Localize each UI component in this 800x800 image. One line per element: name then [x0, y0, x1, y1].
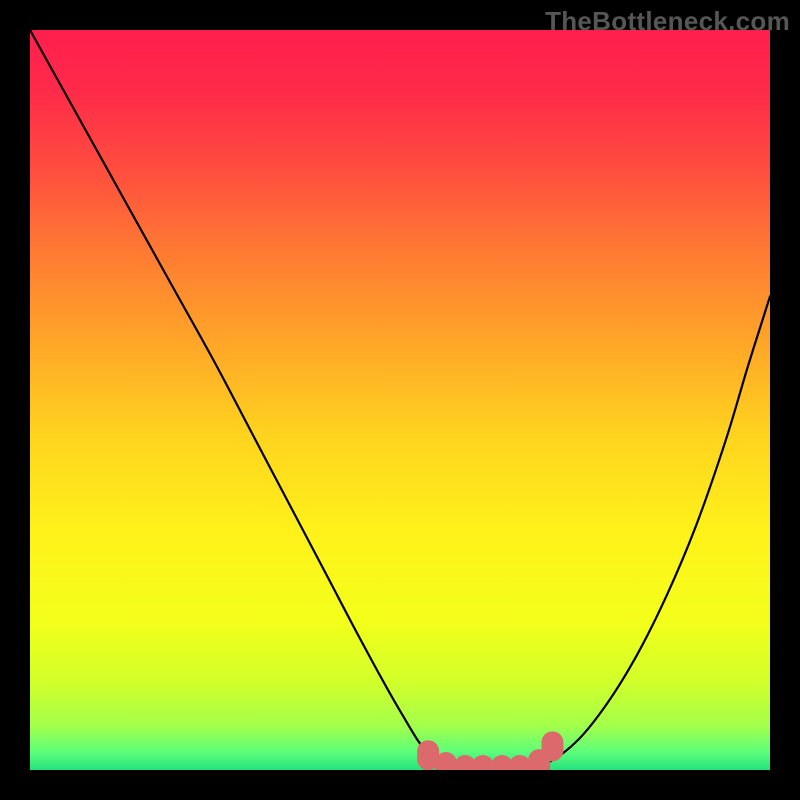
chart-svg	[30, 30, 770, 770]
gradient-rect	[30, 30, 770, 770]
flat-region-marker	[541, 731, 563, 761]
watermark-text: TheBottleneck.com	[545, 6, 790, 37]
chart-frame: TheBottleneck.com	[0, 0, 800, 800]
plot-area	[30, 30, 770, 770]
